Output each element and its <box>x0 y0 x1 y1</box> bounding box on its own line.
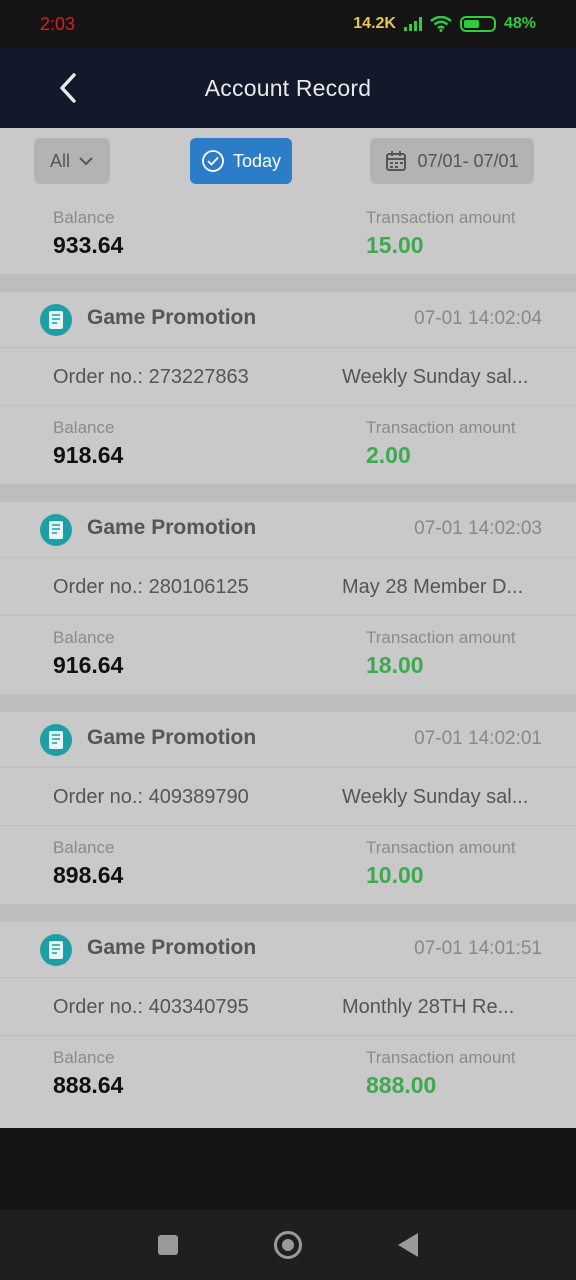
record-amount-row: Balance 933.64 Transaction amount 15.00 <box>0 196 576 274</box>
order-description: Weekly Sunday sal... <box>342 786 529 808</box>
app-header: Account Record <box>0 48 576 128</box>
record-time: 07-01 14:02:01 <box>414 728 542 749</box>
back-button[interactable] <box>48 68 88 108</box>
record-title: Game Promotion <box>87 306 257 329</box>
home-button[interactable] <box>274 1231 302 1259</box>
system-back-button[interactable] <box>398 1233 418 1257</box>
record-card[interactable]: Game Promotion 07-01 14:02:01 Order no.:… <box>0 712 576 904</box>
filter-bar: All Today 07/01- 07/01 <box>0 128 576 196</box>
transaction-amount-label: Transaction amount <box>366 838 516 857</box>
record-title: Game Promotion <box>87 516 257 539</box>
divider <box>0 904 576 922</box>
order-number: Order no.: 403340795 <box>53 996 249 1018</box>
order-description: Weekly Sunday sal... <box>342 366 529 388</box>
system-nav-bar <box>0 1210 576 1280</box>
record-card[interactable]: Game Promotion 07-01 14:02:03 Order no.:… <box>0 502 576 694</box>
record-order-row: Order no.: 403340795 Monthly 28TH Re... <box>0 978 576 1036</box>
record-order-row: Order no.: 273227863 Weekly Sunday sal..… <box>0 348 576 406</box>
status-bar: 2:03 14.2K 48% <box>0 0 576 48</box>
record-time: 07-01 14:02:03 <box>414 518 542 539</box>
receipt-icon <box>40 514 72 546</box>
order-number: Order no.: 273227863 <box>53 366 249 388</box>
order-description: Monthly 28TH Re... <box>342 996 515 1018</box>
record-card[interactable]: Game Promotion 07-01 14:02:04 Order no.:… <box>0 292 576 484</box>
battery-percent: 48% <box>503 15 536 32</box>
balance-label: Balance <box>53 208 115 227</box>
transaction-amount-value: 18.00 <box>366 652 424 678</box>
balance-value: 916.64 <box>53 652 124 678</box>
check-circle-icon <box>202 150 224 172</box>
status-time: 2:03 <box>40 13 76 34</box>
record-order-row: Order no.: 280106125 May 28 Member D... <box>0 558 576 616</box>
transaction-amount-label: Transaction amount <box>366 418 516 437</box>
order-description: May 28 Member D... <box>342 576 524 598</box>
record-header: Game Promotion 07-01 14:02:04 <box>0 292 576 348</box>
divider <box>0 694 576 712</box>
transaction-amount-value: 15.00 <box>366 232 424 258</box>
page-title: Account Record <box>204 74 372 101</box>
filter-all-label: All <box>49 150 70 171</box>
record-time: 07-01 14:02:04 <box>414 308 542 329</box>
transaction-amount-value: 888.00 <box>366 1072 437 1098</box>
transaction-amount-value: 2.00 <box>366 442 411 468</box>
balance-label: Balance <box>53 1048 115 1067</box>
calendar-icon <box>386 151 407 171</box>
record-title: Game Promotion <box>87 726 257 749</box>
receipt-icon <box>40 724 72 756</box>
balance-label: Balance <box>53 418 115 437</box>
record-header: Game Promotion 07-01 14:02:03 <box>0 502 576 558</box>
battery-icon <box>459 16 496 32</box>
transaction-amount-label: Transaction amount <box>366 208 516 227</box>
record-amount-row: Balance 918.64 Transaction amount 2.00 <box>0 406 576 484</box>
balance-value: 898.64 <box>53 862 124 888</box>
divider <box>0 484 576 502</box>
balance-value: 918.64 <box>53 442 124 468</box>
transaction-amount-label: Transaction amount <box>366 628 516 647</box>
balance-label: Balance <box>53 628 115 647</box>
order-number: Order no.: 409389790 <box>53 786 249 808</box>
filter-all-dropdown[interactable]: All <box>34 138 110 184</box>
transaction-amount-label: Transaction amount <box>366 1048 516 1067</box>
receipt-icon <box>40 934 72 966</box>
record-title: Game Promotion <box>87 936 257 959</box>
balance-label: Balance <box>53 838 115 857</box>
recents-button[interactable] <box>158 1235 178 1255</box>
empty-area <box>0 1128 576 1210</box>
wifi-icon <box>430 16 452 32</box>
filter-today-button[interactable]: Today <box>190 138 292 184</box>
record-header: Game Promotion 07-01 14:01:51 <box>0 922 576 978</box>
network-speed: 14.2K <box>353 15 396 32</box>
record-header: Game Promotion 07-01 14:02:01 <box>0 712 576 768</box>
date-range-text: 07/01- 07/01 <box>417 150 519 171</box>
signal-icon <box>403 17 422 31</box>
record-card[interactable]: Game Promotion 07-01 14:01:51 Order no.:… <box>0 922 576 1114</box>
transaction-amount-value: 10.00 <box>366 862 424 888</box>
filter-today-label: Today <box>232 150 282 171</box>
record-time: 07-01 14:01:51 <box>414 938 542 959</box>
receipt-icon <box>40 304 72 336</box>
chevron-left-icon <box>60 73 76 103</box>
record-order-row: Order no.: 409389790 Weekly Sunday sal..… <box>0 768 576 826</box>
record-amount-row: Balance 888.64 Transaction amount 888.00 <box>0 1036 576 1114</box>
chevron-down-icon <box>79 157 93 166</box>
record-list: All Today 07/01- 07/01 Balance 933.64 Tr… <box>0 128 576 1128</box>
record-amount-row: Balance 898.64 Transaction amount 10.00 <box>0 826 576 904</box>
balance-value: 888.64 <box>53 1072 124 1098</box>
date-range-picker[interactable]: 07/01- 07/01 <box>370 138 534 184</box>
divider <box>0 274 576 292</box>
order-number: Order no.: 280106125 <box>53 576 249 598</box>
balance-value: 933.64 <box>53 232 124 258</box>
record-amount-row: Balance 916.64 Transaction amount 18.00 <box>0 616 576 694</box>
status-indicators: 14.2K 48% <box>353 15 536 33</box>
